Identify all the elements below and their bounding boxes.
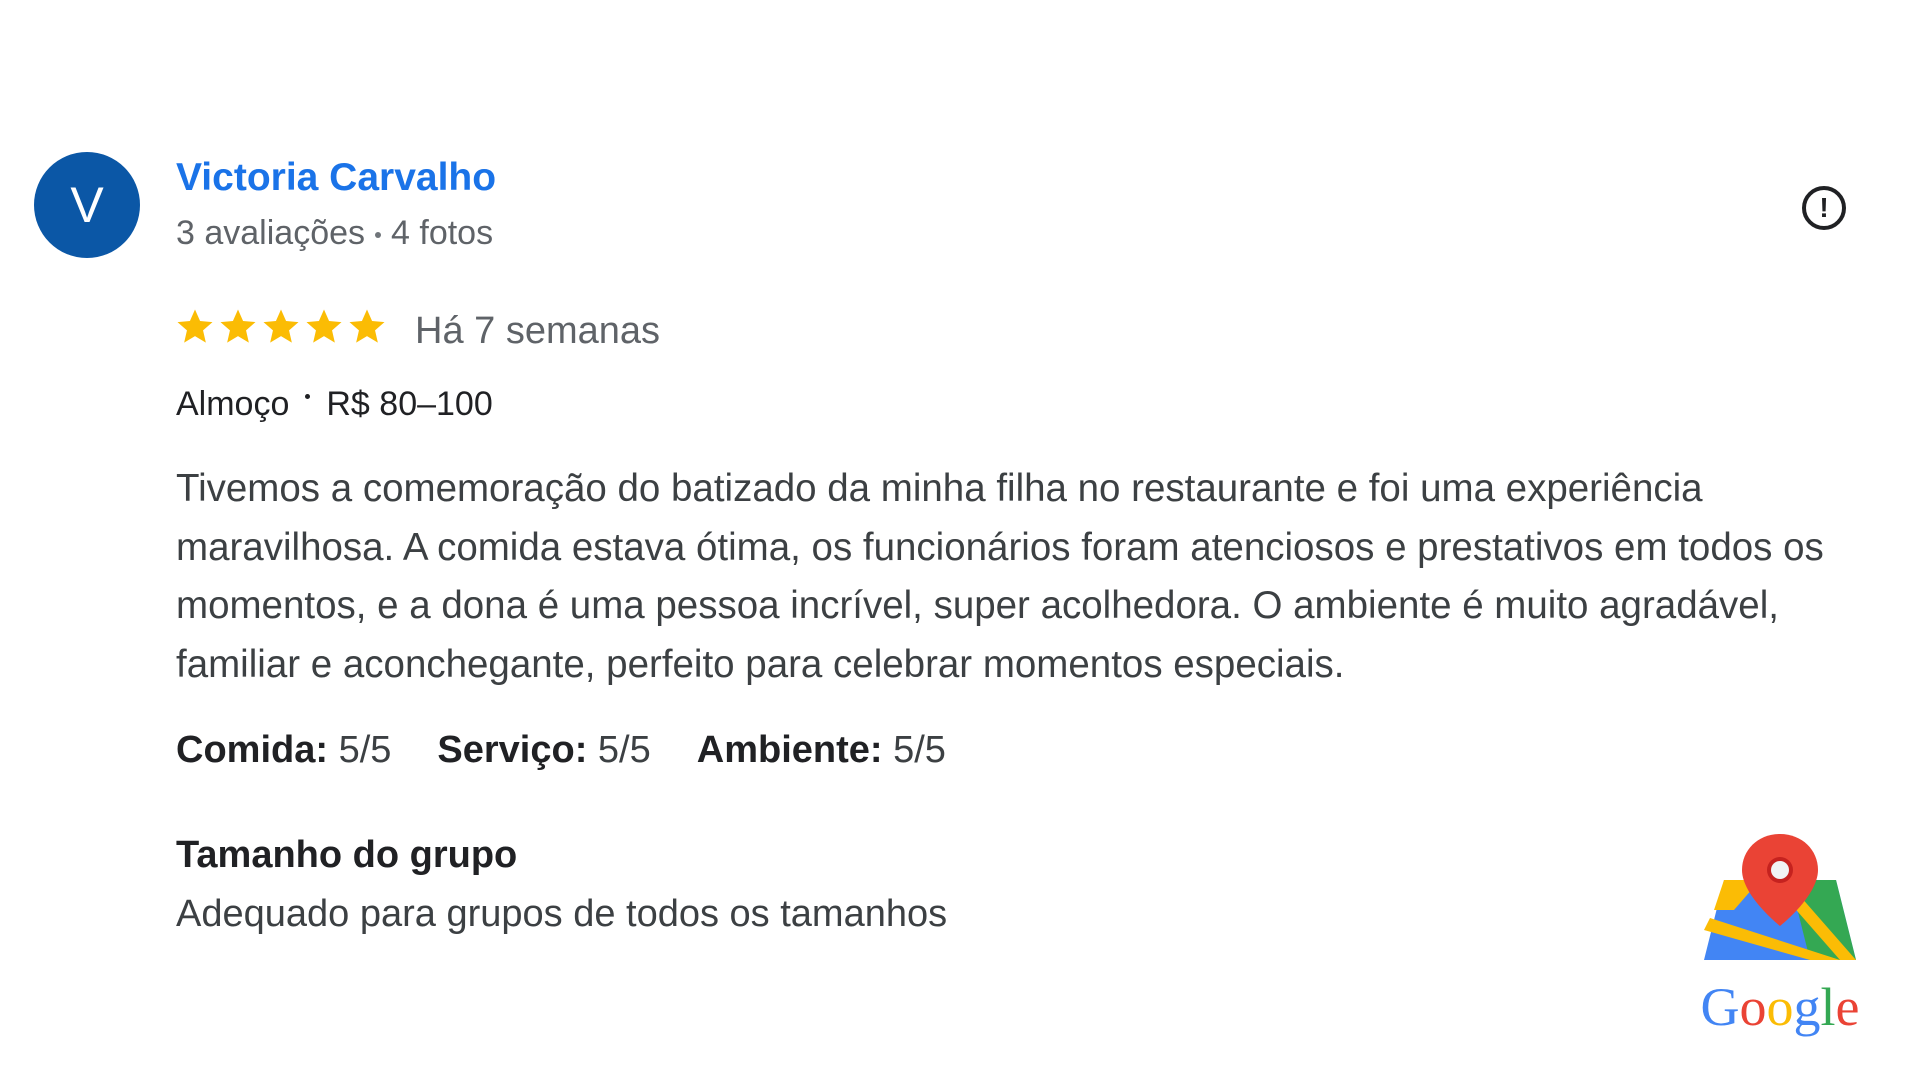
- separator-dot: [305, 394, 311, 399]
- reviewer-name[interactable]: Victoria Carvalho: [176, 152, 496, 204]
- reviewer-avatar[interactable]: V: [34, 152, 140, 258]
- star-icon: [177, 309, 213, 343]
- star-rating: [174, 306, 388, 348]
- meal-price: R$ 80–100: [326, 385, 493, 423]
- sub-rating-value: 5/5: [338, 729, 392, 771]
- sub-rating-service: Serviço: 5/5: [437, 729, 650, 771]
- group-size-value: Adequado para grupos de todos os tamanho…: [176, 893, 948, 935]
- sub-rating-label: Ambiente:: [696, 729, 883, 771]
- meal-info: Almoço R$ 80–100: [176, 382, 493, 426]
- review-text: Tivemos a comemoração do batizado da min…: [176, 467, 1824, 686]
- star-icon: [306, 309, 342, 343]
- google-maps-icon: [1704, 834, 1856, 960]
- sub-rating-ambience: Ambiente: 5/5: [697, 729, 946, 771]
- photos-count: 4 fotos: [391, 214, 494, 252]
- sub-rating-food: Comida: 5/5: [176, 729, 391, 771]
- group-size-heading: Tamanho do grupo: [176, 834, 518, 876]
- google-wordmark: Google: [1701, 977, 1860, 1037]
- report-review-button[interactable]: !: [1802, 186, 1846, 230]
- sub-rating-label: Comida:: [176, 729, 328, 771]
- review-date: Há 7 semanas: [415, 310, 661, 352]
- sub-ratings: Comida: 5/5 Serviço: 5/5 Ambiente: 5/5: [176, 724, 992, 776]
- meal-type: Almoço: [176, 385, 290, 423]
- reviews-count: 3 avaliações: [176, 214, 366, 252]
- star-icon: [349, 309, 385, 343]
- separator-dot: [375, 232, 382, 239]
- sub-rating-label: Serviço:: [437, 729, 588, 771]
- avatar-initial: V: [70, 177, 104, 233]
- google-maps-logo: Google: [1701, 834, 1860, 1037]
- star-icon: [263, 309, 299, 343]
- sub-rating-value: 5/5: [597, 729, 651, 771]
- sub-rating-value: 5/5: [893, 729, 946, 771]
- exclamation-circle-icon: !: [1819, 192, 1829, 223]
- reviewer-meta: 3 avaliações 4 fotos: [176, 211, 493, 255]
- star-icon: [220, 309, 256, 343]
